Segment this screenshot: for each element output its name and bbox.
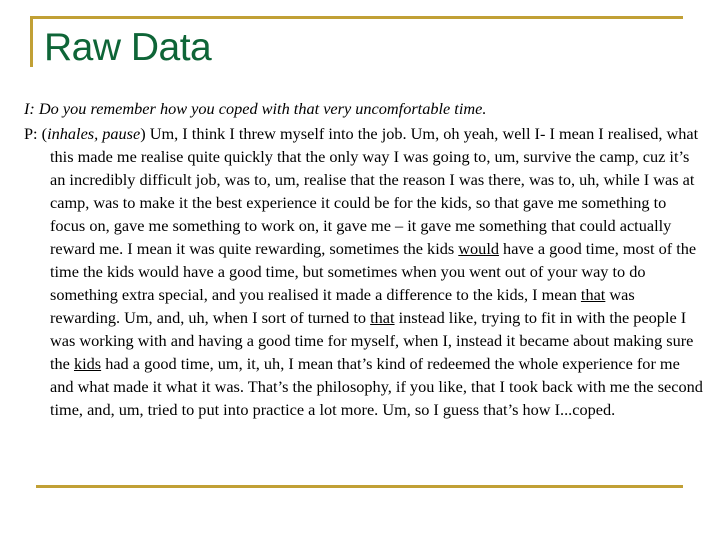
interviewer-question: Do you remember how you coped with that … [38,99,487,118]
response-segment: Um, I think I threw myself into the job.… [50,124,699,258]
participant-speaker: P: [24,124,38,143]
emphasis-that: that [580,285,606,304]
transcript-body: I: Do you remember how you coped with th… [24,97,704,421]
stage-direction: inhales, pause [47,124,141,143]
response-segment: had a good time, um, it, uh, I mean that… [50,354,703,419]
interviewer-speaker: I: [24,99,35,118]
slide-title: Raw Data [44,26,212,69]
title-accent-bar-top [30,16,683,19]
footer-accent-bar [36,485,683,488]
participant-response: P: (inhales, pause) Um, I think I threw … [24,122,704,421]
emphasis-kids: kids [73,354,102,373]
interviewer-line: I: Do you remember how you coped with th… [24,97,704,120]
emphasis-that-2: that [370,308,395,327]
emphasis-would: would [458,239,499,258]
title-accent-bar-left [30,16,33,67]
